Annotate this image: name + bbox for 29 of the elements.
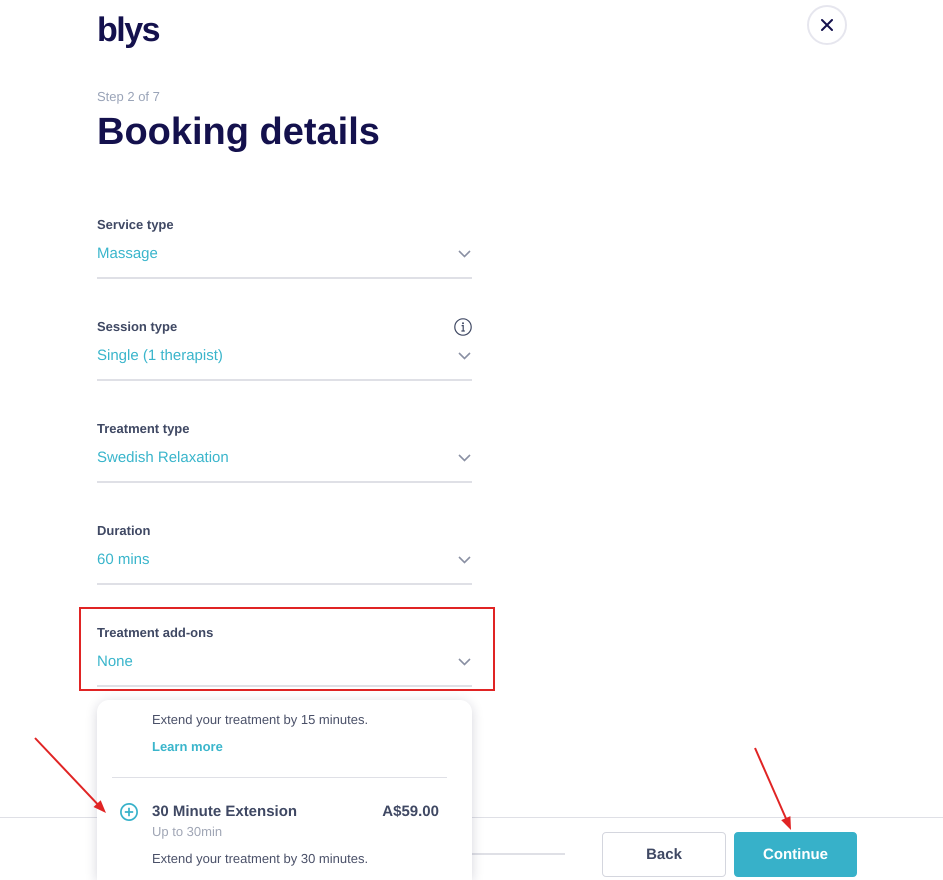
field-label: Session type (97, 318, 178, 336)
addon-subtitle: Up to 30min (152, 824, 222, 840)
field-label: Treatment add-ons (97, 624, 214, 642)
dropdown-field[interactable]: 60 mins (97, 550, 472, 585)
chevron-down-icon (458, 250, 471, 258)
dropdown-field[interactable]: None (97, 652, 472, 687)
field-label: Service type (97, 216, 174, 234)
addon-title: 30 Minute Extension (152, 802, 298, 822)
addon-description: Extend your treatment by 30 minutes. (152, 850, 368, 868)
info-icon[interactable] (454, 318, 472, 336)
learn-more-link[interactable]: Learn more (152, 738, 223, 756)
back-button[interactable]: Back (602, 832, 726, 877)
chevron-down-icon (458, 658, 471, 666)
close-icon (821, 19, 833, 31)
page-title: Booking details (97, 110, 380, 155)
chevron-down-icon (458, 352, 471, 360)
dropdown-field[interactable]: Single (1 therapist) (97, 346, 472, 381)
addon-price: A$59.00 (382, 802, 439, 822)
close-button[interactable] (807, 5, 847, 45)
continue-button[interactable]: Continue (734, 832, 857, 877)
field-label: Treatment type (97, 420, 190, 438)
dropdown-field[interactable]: Swedish Relaxation (97, 448, 472, 483)
dropdown-field[interactable]: Massage (97, 244, 472, 279)
field-label: Duration (97, 522, 150, 540)
addon-description: Extend your treatment by 15 minutes. (152, 711, 368, 729)
chevron-down-icon (458, 556, 471, 564)
logo: blys (97, 13, 160, 47)
step-indicator: Step 2 of 7 (97, 89, 160, 105)
chevron-down-icon (458, 454, 471, 462)
